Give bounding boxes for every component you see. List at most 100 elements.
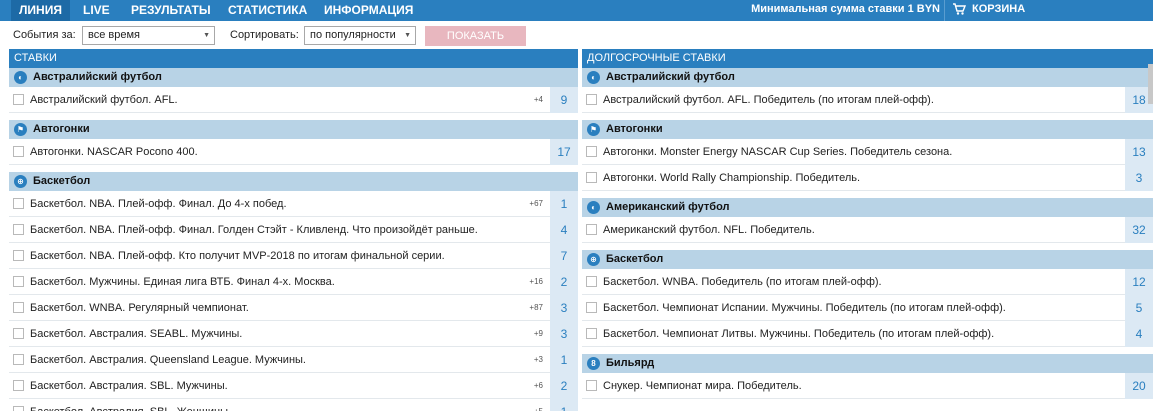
category-header[interactable]: ⚑ Автогонки [582,120,1153,139]
event-count[interactable]: 17 [550,139,578,165]
event-count[interactable]: 13 [1125,139,1153,165]
event-row[interactable]: Баскетбол. WNBA. Победитель (по итогам п… [582,269,1153,295]
event-checkbox[interactable] [13,94,24,105]
event-row[interactable]: Снукер. Чемпионат мира. Победитель. 20 [582,373,1153,399]
event-row[interactable]: Баскетбол. NBA. Плей-офф. Финал. До 4-х … [9,191,578,217]
event-count[interactable]: 7 [550,243,578,269]
event-count[interactable]: 1 [550,347,578,373]
event-name[interactable]: Баскетбол. NBA. Плей-офф. Финал. До 4-х … [30,191,287,217]
event-checkbox[interactable] [586,328,597,339]
tab-results[interactable]: РЕЗУЛЬТАТЫ [123,0,219,21]
event-name[interactable]: Баскетбол. NBA. Плей-офф. Кто получит MV… [30,243,445,269]
extra-markets-count[interactable]: +5 [534,399,543,411]
category-header[interactable]: ⊕ Баскетбол [582,250,1153,269]
cart-button[interactable]: КОРЗИНА [952,0,1025,21]
event-checkbox[interactable] [13,406,24,411]
extra-markets-count[interactable]: +9 [534,321,543,347]
event-checkbox[interactable] [13,380,24,391]
event-row[interactable]: Баскетбол. Австралия. SEABL. Мужчины. +9 3 [9,321,578,347]
event-count[interactable]: 3 [550,295,578,321]
extra-markets-count[interactable]: +4 [534,87,543,113]
event-name[interactable]: Баскетбол. Чемпионат Литвы. Мужчины. Поб… [603,321,994,347]
event-name[interactable]: Баскетбол. Мужчины. Единая лига ВТБ. Фин… [30,269,335,295]
event-checkbox[interactable] [13,276,24,287]
event-row[interactable]: Американский футбол. NFL. Победитель. 32 [582,217,1153,243]
sort-select[interactable]: по популярности ▼ [304,26,416,45]
event-count[interactable]: 2 [550,373,578,399]
event-checkbox[interactable] [13,198,24,209]
event-row[interactable]: Баскетбол. Чемпионат Литвы. Мужчины. Поб… [582,321,1153,347]
event-row[interactable]: Баскетбол. Чемпионат Испании. Мужчины. П… [582,295,1153,321]
event-name[interactable]: Баскетбол. NBA. Плей-офф. Финал. Голден … [30,217,478,243]
event-checkbox[interactable] [13,146,24,157]
event-count[interactable]: 3 [1125,165,1153,191]
category-header[interactable]: 8 Бильярд [582,354,1153,373]
event-checkbox[interactable] [586,276,597,287]
event-name[interactable]: Баскетбол. Австралия. Queensland League.… [30,347,306,373]
event-checkbox[interactable] [13,302,24,313]
extra-markets-count[interactable]: +6 [534,373,543,399]
events-period-select[interactable]: все время ▼ [82,26,215,45]
event-count[interactable]: 4 [1125,321,1153,347]
event-count[interactable]: 3 [550,321,578,347]
event-name[interactable]: Австралийский футбол. AFL. [30,87,178,113]
event-name[interactable]: Автогонки. NASCAR Pocono 400. [30,139,198,165]
tab-statistics[interactable]: СТАТИСТИКА [220,0,315,21]
extra-markets-count[interactable]: +16 [529,269,543,295]
event-name[interactable]: Баскетбол. Австралия. SBL. Женщины. [30,399,231,411]
event-checkbox[interactable] [586,380,597,391]
event-row[interactable]: Баскетбол. Австралия. SBL. Мужчины. +6 2 [9,373,578,399]
event-name[interactable]: Баскетбол. Австралия. SEABL. Мужчины. [30,321,242,347]
event-row[interactable]: Баскетбол. Австралия. SBL. Женщины. +5 1 [9,399,578,411]
event-row[interactable]: Австралийский футбол. AFL. +4 9 [9,87,578,113]
event-row[interactable]: Баскетбол. Австралия. Queensland League.… [9,347,578,373]
event-checkbox[interactable] [586,172,597,183]
event-row[interactable]: Австралийский футбол. AFL. Победитель (п… [582,87,1153,113]
category-header[interactable]: ◐ Австралийский футбол [9,68,578,87]
event-row[interactable]: Баскетбол. Мужчины. Единая лига ВТБ. Фин… [9,269,578,295]
event-name[interactable]: Австралийский футбол. AFL. Победитель (п… [603,87,934,113]
event-name[interactable]: Баскетбол. WNBA. Регулярный чемпионат. [30,295,249,321]
event-name[interactable]: Баскетбол. Чемпионат Испании. Мужчины. П… [603,295,1006,321]
event-name[interactable]: Баскетбол. WNBA. Победитель (по итогам п… [603,269,882,295]
event-count[interactable]: 32 [1125,217,1153,243]
event-checkbox[interactable] [586,94,597,105]
event-checkbox[interactable] [13,354,24,365]
event-row[interactable]: Баскетбол. NBA. Плей-офф. Финал. Голден … [9,217,578,243]
category-header[interactable]: ⊕ Баскетбол [9,172,578,191]
tab-live[interactable]: LIVE [75,0,118,21]
extra-markets-count[interactable]: +87 [529,295,543,321]
event-row[interactable]: Автогонки. NASCAR Pocono 400. 17 [9,139,578,165]
event-checkbox[interactable] [13,328,24,339]
event-count[interactable]: 1 [550,399,578,411]
event-count[interactable]: 5 [1125,295,1153,321]
event-name[interactable]: Автогонки. Monster Energy NASCAR Cup Ser… [603,139,952,165]
event-count[interactable]: 20 [1125,373,1153,399]
event-count[interactable]: 1 [550,191,578,217]
event-checkbox[interactable] [586,302,597,313]
event-count[interactable]: 9 [550,87,578,113]
event-row[interactable]: Баскетбол. NBA. Плей-офф. Кто получит MV… [9,243,578,269]
event-row[interactable]: Баскетбол. WNBA. Регулярный чемпионат. +8… [9,295,578,321]
event-row[interactable]: Автогонки. Monster Energy NASCAR Cup Ser… [582,139,1153,165]
event-count[interactable]: 4 [550,217,578,243]
category-header[interactable]: ◐ Австралийский футбол [582,68,1153,87]
tab-information[interactable]: ИНФОРМАЦИЯ [316,0,421,21]
event-name[interactable]: Автогонки. World Rally Championship. Поб… [603,165,860,191]
event-checkbox[interactable] [586,146,597,157]
extra-markets-count[interactable]: +67 [529,191,543,217]
category-header[interactable]: ◐ Американский футбол [582,198,1153,217]
event-count[interactable]: 12 [1125,269,1153,295]
event-checkbox[interactable] [13,250,24,261]
scrollbar[interactable] [1148,64,1153,104]
event-checkbox[interactable] [13,224,24,235]
category-header[interactable]: ⚑ Автогонки [9,120,578,139]
extra-markets-count[interactable]: +3 [534,347,543,373]
show-button[interactable]: ПОКАЗАТЬ [425,26,526,46]
event-name[interactable]: Баскетбол. Австралия. SBL. Мужчины. [30,373,228,399]
event-checkbox[interactable] [586,224,597,235]
event-name[interactable]: Снукер. Чемпионат мира. Победитель. [603,373,802,399]
event-count[interactable]: 2 [550,269,578,295]
event-name[interactable]: Американский футбол. NFL. Победитель. [603,217,815,243]
tab-line[interactable]: ЛИНИЯ [11,0,70,21]
